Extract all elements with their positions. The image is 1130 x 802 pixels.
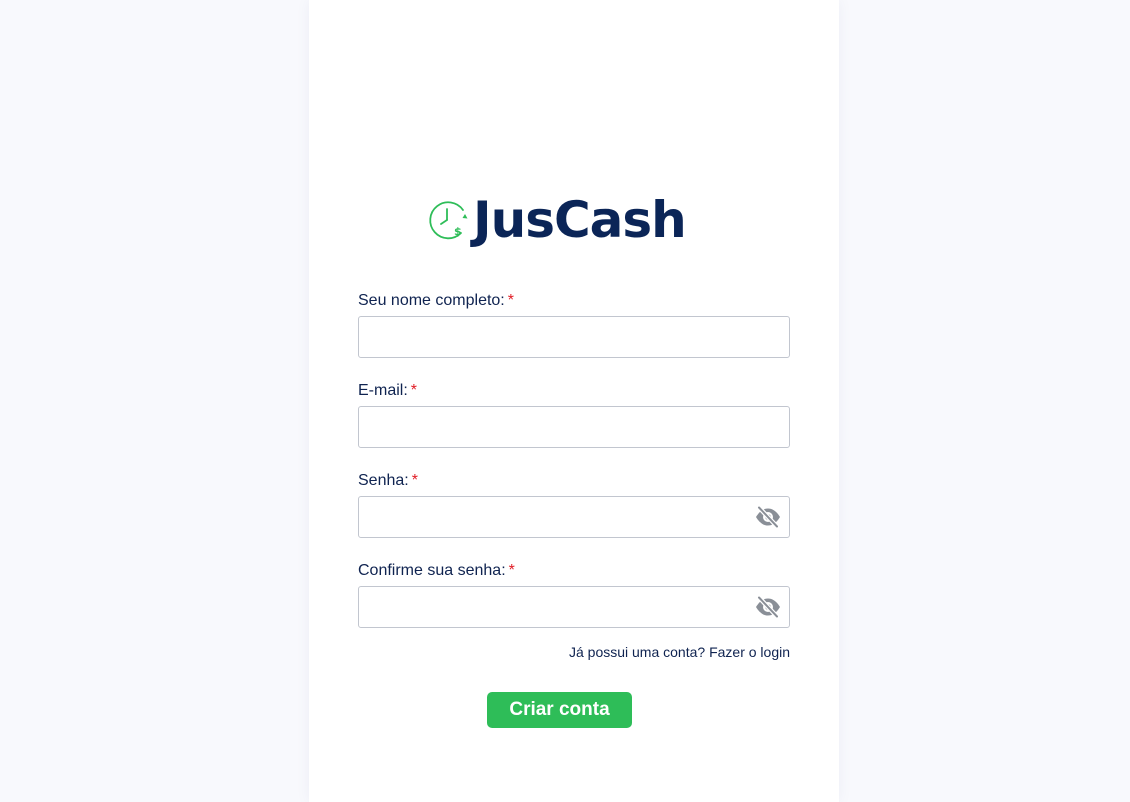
password-field: Senha: * <box>358 471 790 560</box>
eye-off-icon[interactable] <box>754 505 782 529</box>
confirm-password-field: Confirme sua senha: * <box>358 561 790 650</box>
full-name-field: Seu nome completo: * <box>358 291 790 380</box>
brand-logo: $ JusCash <box>427 190 687 250</box>
email-field: E-mail: * <box>358 381 790 470</box>
full-name-label: Seu nome completo: <box>358 292 505 309</box>
signup-card: $ JusCash Seu nome completo: * E-mail: * S… <box>309 0 839 802</box>
confirm-password-label: Confirme sua senha: <box>358 562 506 579</box>
signup-form: Seu nome completo:* E-mail:* Senha:* <box>358 290 790 650</box>
brand-name: JusCash <box>473 191 687 249</box>
required-asterisk: * <box>508 562 515 579</box>
email-input[interactable] <box>358 406 790 448</box>
clock-dollar-icon: $ <box>429 201 468 240</box>
password-input[interactable] <box>358 496 790 538</box>
password-label: Senha: <box>358 472 409 489</box>
required-asterisk: * <box>410 382 418 399</box>
confirm-password-input[interactable] <box>358 586 790 628</box>
create-account-button[interactable]: Criar conta <box>487 692 632 728</box>
full-name-input[interactable] <box>358 316 790 358</box>
eye-off-icon[interactable] <box>754 595 782 619</box>
dollar-glyph: $ <box>454 225 462 238</box>
required-asterisk: * <box>411 472 418 489</box>
required-asterisk: * <box>507 292 514 309</box>
email-label: E-mail: <box>358 382 408 399</box>
login-link[interactable]: Já possui uma conta? Fazer o login <box>358 644 790 660</box>
